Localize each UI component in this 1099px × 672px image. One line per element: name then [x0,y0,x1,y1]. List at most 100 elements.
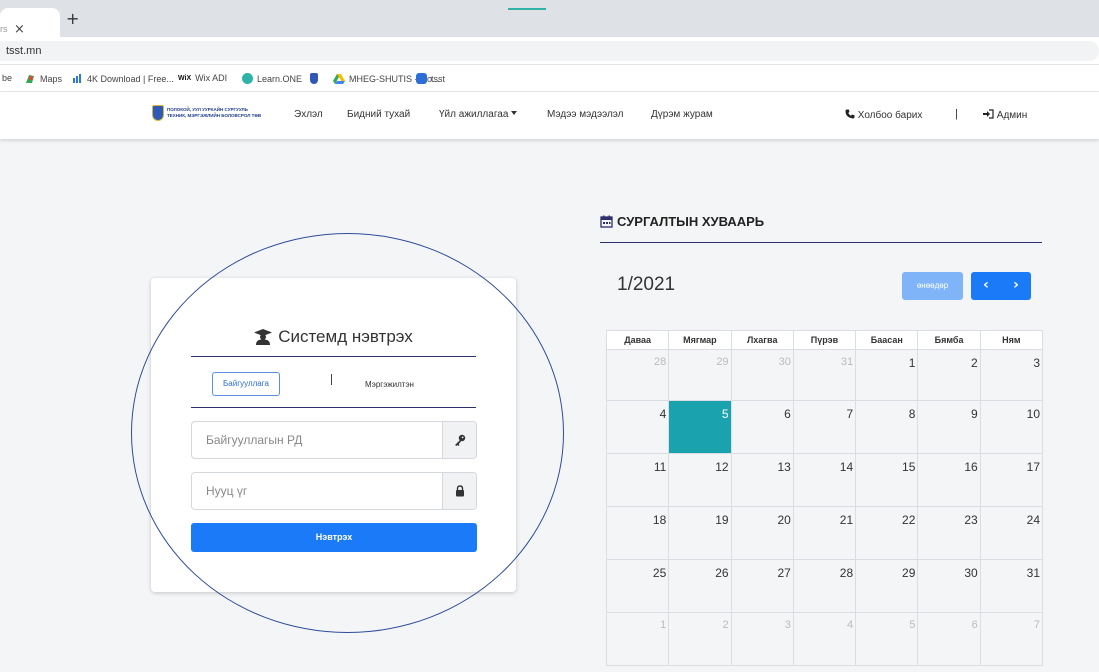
nav-contact-label: Холбоо барих [857,110,923,121]
sign-in-icon [983,109,994,119]
calendar-day[interactable]: 10 [979,400,1044,454]
nav-home[interactable]: Эхлэл [294,109,323,120]
url-field[interactable]: tsst.mn [0,41,1099,61]
calendar-day[interactable]: 3 [730,612,794,666]
bookmark-wix[interactable]: WiX Wix ADI [178,73,227,83]
calendar-day[interactable]: 7 [792,400,857,454]
org-id-field [191,421,477,459]
calendar-day[interactable]: 22 [855,506,919,560]
password-input[interactable] [192,473,442,509]
calendar-day[interactable]: 1 [855,349,919,401]
calendar-day[interactable]: 25 [605,559,670,613]
bookmark-label: be [2,73,13,83]
bookmark-youtube[interactable]: be [2,73,12,83]
browser-tab[interactable]: rs × [0,8,60,37]
calendar-day[interactable]: 26 [668,559,732,613]
nav-news[interactable]: Мэдээ мэдээлэл [547,109,624,120]
graduate-icon [254,329,273,345]
tab-close-icon[interactable]: × [14,22,25,37]
calendar-week: 25 26 27 28 29 30 31 [605,559,1044,613]
weekday-header: Даваа Мягмар Лхагва Пүрэв Баасан Бямба Н… [605,330,1044,350]
calendar-day[interactable]: 20 [730,506,794,560]
browser-tab-bar: rs × + [0,0,1099,37]
calendar-day[interactable]: 19 [668,506,732,560]
calendar-day[interactable]: 17 [979,453,1044,507]
divider [191,356,476,357]
calendar-day[interactable]: 11 [605,453,670,507]
calendar-day[interactable]: 18 [605,506,670,560]
calendar-day[interactable]: 5 [855,612,919,666]
calendar-icon [600,215,613,228]
emblem-icon [152,105,164,121]
key-addon [442,422,476,458]
bookmark-learnone[interactable]: Learn.ONE [242,73,302,84]
calendar-day[interactable]: 29 [668,349,732,401]
calendar-day[interactable]: 31 [979,559,1044,613]
nav-contact[interactable]: Холбоо барих [845,109,922,121]
calendar-day[interactable]: 13 [730,453,794,507]
nav-admin-label: Админ [996,110,1028,121]
tsst-icon [416,73,427,84]
bookmarks-bar: be Maps 4K Download | Free... WiX Wix AD… [0,65,1099,92]
calendar-day[interactable]: 2 [917,349,981,401]
calendar-day[interactable]: 28 [792,559,857,613]
calendar-day[interactable]: 29 [855,559,919,613]
calendar-day[interactable]: 28 [605,349,670,401]
nav-rules[interactable]: Дүрэм журам [651,109,713,120]
calendar-day[interactable]: 16 [917,453,981,507]
weekday-label: Баасан [855,330,919,350]
tab-specialist[interactable]: Мэргэжилтэн [365,380,414,389]
calendar-day[interactable]: 6 [917,612,981,666]
calendar-day-today[interactable]: 5 [668,400,732,454]
lock-addon [442,473,476,509]
bookmark-maps[interactable]: Maps [24,73,62,85]
bookmark-label: Maps [40,74,63,84]
calendar-day[interactable]: 30 [917,559,981,613]
calendar-day[interactable]: 4 [792,612,857,666]
calendar-day[interactable]: 27 [730,559,794,613]
bookmark-tsst[interactable]: tsst [416,73,445,84]
tab-separator [331,374,332,385]
calendar-day[interactable]: 30 [730,349,794,401]
calendar-day[interactable]: 24 [979,506,1044,560]
emblem-icon [310,73,318,84]
calendar-day[interactable]: 3 [979,349,1044,401]
prev-month-button[interactable]: ‹ [971,272,1001,300]
calendar-day[interactable]: 7 [979,612,1044,666]
nav-activities[interactable]: Үйл ажиллагаа [439,109,518,120]
calendar-day[interactable]: 1 [605,612,670,666]
calendar-day[interactable]: 23 [917,506,981,560]
logo-line2: ТЕХНИК, МЭРГЭЖЛИЙН БОЛОВСРОЛ ТӨВ [167,113,262,118]
nav-about[interactable]: Бидний тухай [347,109,410,120]
tab-organization[interactable]: Байгууллага [212,372,280,396]
calendar-day[interactable]: 4 [605,400,670,454]
next-month-button[interactable]: › [1001,272,1031,300]
bookmark-label: Wix ADI [195,73,228,83]
calendar-day[interactable]: 14 [792,453,857,507]
calendar-day[interactable]: 21 [792,506,857,560]
weekday-label: Даваа [605,330,670,350]
weekday-label: Лхагва [730,330,794,350]
maps-icon [26,75,34,83]
calendar-day[interactable]: 6 [730,400,794,454]
calendar-day[interactable]: 12 [668,453,732,507]
wix-icon: WiX [178,74,192,82]
today-button[interactable]: өнөөдөр [902,272,963,300]
caret-down-icon [511,111,518,115]
nav-separator: | [955,108,958,120]
login-button[interactable]: Нэвтрэх [191,523,477,552]
bookmark-4k-download[interactable]: 4K Download | Free... [72,73,174,84]
nav-activities-label: Үйл ажиллагаа [439,109,509,120]
new-tab-button[interactable]: + [66,9,79,28]
bookmark-label: Learn.ONE [257,73,303,84]
org-id-input[interactable] [192,422,442,458]
calendar-day[interactable]: 15 [855,453,919,507]
calendar-day[interactable]: 2 [668,612,732,666]
site-logo[interactable]: ПОЛОКОЙ, УУЛ УУРХАЙН СУРГУУЛЬ ТЕХНИК, МЭ… [152,105,261,121]
bookmark-emblem[interactable] [310,73,318,84]
tab-title: rs [0,24,8,34]
calendar-day[interactable]: 31 [792,349,857,401]
calendar-day[interactable]: 8 [855,400,919,454]
calendar-day[interactable]: 9 [917,400,981,454]
nav-admin[interactable]: Админ [983,109,1027,121]
